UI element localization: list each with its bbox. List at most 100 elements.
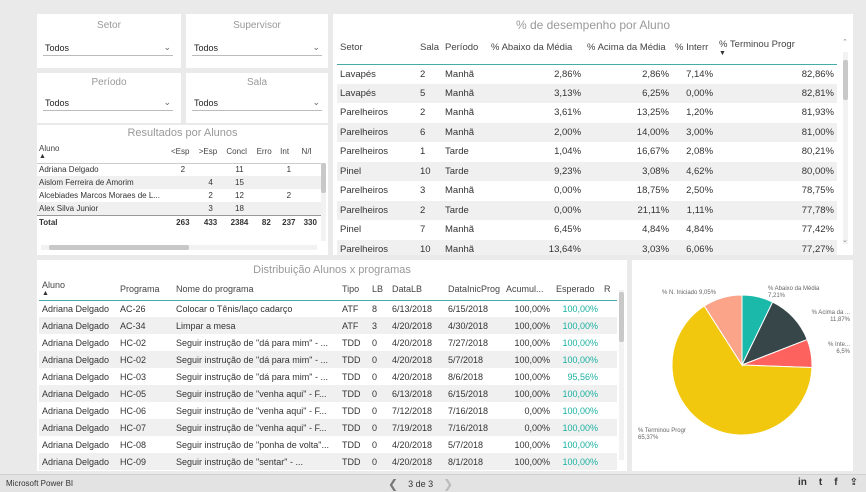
cell <box>254 202 279 215</box>
table-row[interactable]: Adriana Delgado HC-02 Seguir instrução de … <box>39 351 617 368</box>
col-programa[interactable]: Programa <box>117 278 173 301</box>
slicer-panel-periodo: Período Todos ⌄ <box>37 73 181 123</box>
table-row[interactable]: Parelheiros 6 Manhã 2,00% 14,00% 3,00% 81,00% <box>337 122 837 142</box>
col-aluno[interactable]: Aluno ▲ <box>37 141 169 164</box>
col-acima-media[interactable]: % Acima da Média <box>584 32 673 65</box>
col-nome-programa[interactable]: Nome do programa <box>173 278 339 301</box>
col-erro[interactable]: Erro <box>254 141 279 164</box>
facebook-icon[interactable]: f <box>834 477 837 488</box>
cell: 12 <box>235 191 244 200</box>
table-row[interactable]: Lavapés 2 Manhã 2,86% 2,86% 7,14% 82,86% <box>337 64 837 84</box>
table-row[interactable]: Pinel 7 Manhã 6,45% 4,84% 4,84% 77,42% <box>337 220 837 240</box>
cell: Manhã <box>445 185 475 197</box>
table-row[interactable]: Adriana Delgado AC-34 Limpar a mesa ATF 3 4/2… <box>39 317 617 334</box>
col-ni[interactable]: N/I <box>299 141 321 164</box>
cell: TDD <box>339 453 369 470</box>
cell: TDD <box>339 351 369 368</box>
periodo-dropdown[interactable]: Todos ⌄ <box>43 95 173 111</box>
desempenho-scrollbar[interactable] <box>843 52 848 244</box>
slicer-panel-sala: Sala Todos ⌄ <box>186 73 328 123</box>
cell: Adriana Delgado <box>39 453 117 470</box>
desempenho-table: Setor Sala Período % Abaixo da Média % A… <box>337 32 837 255</box>
scroll-thumb[interactable] <box>321 163 326 193</box>
page-navigator: ❮ 3 de 3 ❯ <box>388 477 453 491</box>
pie-label-terminou: % Terminou Progr 65,37% <box>638 428 686 441</box>
cell <box>278 202 300 215</box>
cell: 100,00% <box>514 303 551 314</box>
cell: 8 <box>372 303 378 314</box>
col-tipo[interactable]: Tipo <box>339 278 369 301</box>
table-row[interactable]: Adriana Delgado HC-05 Seguir instrução de … <box>39 385 617 402</box>
scroll-thumb[interactable] <box>49 245 189 250</box>
scroll-thumb[interactable] <box>619 292 624 342</box>
table-row[interactable]: Adriana Delgado HC-03 Seguir instrução de … <box>39 368 617 385</box>
supervisor-dropdown[interactable]: Todos ⌄ <box>192 40 322 56</box>
share-icon[interactable]: ⇪ <box>850 477 858 488</box>
table-row[interactable]: Alcebiades Marcos Moraes de L... 2 12 2 <box>37 189 321 202</box>
table-row[interactable]: Lavapés 5 Manhã 3,13% 6,25% 0,00% 82,81% <box>337 83 837 103</box>
table-row[interactable]: Adriana Delgado HC-09 Seguir instrução de … <box>39 453 617 470</box>
col-abaixo-media[interactable]: % Abaixo da Média <box>488 32 585 65</box>
col-maior-esp[interactable]: >Esp <box>196 141 225 164</box>
linkedin-icon[interactable]: in <box>798 477 807 488</box>
col-terminou-progr[interactable]: % Terminou Progr ▼ <box>716 32 837 65</box>
col-periodo[interactable]: Período <box>442 32 489 65</box>
col-acumul[interactable]: Acumul... <box>503 278 554 301</box>
table-row[interactable]: Aislom Ferreira de Amorim 4 15 <box>37 176 321 189</box>
cell: 11 <box>235 165 244 175</box>
slicer-title-sala: Sala <box>246 77 267 88</box>
scroll-down-icon[interactable]: ⌄ <box>842 236 848 244</box>
cell: Alcebiades Marcos Moraes de L... <box>39 191 160 200</box>
cell: 1,04% <box>554 146 582 158</box>
table-row[interactable]: Parelheiros 2 Manhã 3,61% 13,25% 1,20% 81,93% <box>337 103 837 123</box>
cell: 16,67% <box>636 146 670 158</box>
table-row[interactable]: Parelheiros 1 Tarde 1,04% 16,67% 2,08% 80,21% <box>337 142 837 162</box>
table-row[interactable]: Alex Silva Junior 3 18 <box>37 202 321 215</box>
scroll-up-icon[interactable]: ⌃ <box>842 38 848 46</box>
cell: 6/13/2018 <box>389 385 445 402</box>
table-row[interactable]: Adriana Delgado 2 11 1 <box>37 163 321 176</box>
col-setor[interactable]: Setor <box>337 32 417 65</box>
next-page-icon[interactable]: ❯ <box>443 477 453 491</box>
sala-dropdown[interactable]: Todos ⌄ <box>192 95 322 111</box>
resultados-hscrollbar[interactable] <box>41 245 317 250</box>
col-datainicprog[interactable]: DataInicProg <box>445 278 504 301</box>
cell: 2,50% <box>686 185 714 197</box>
table-row[interactable]: Parelheiros 3 Manhã 0,00% 18,75% 2,50% 78,75% <box>337 181 837 201</box>
table-row[interactable]: Adriana Delgado AC-26 Colocar o Tênis/laço… <box>39 300 617 317</box>
col-interr[interactable]: % Interr <box>672 32 717 65</box>
cell: 0 <box>372 439 378 450</box>
col-datalb[interactable]: DataLB <box>389 278 445 301</box>
cell <box>601 300 617 317</box>
cell: 10 <box>417 239 443 255</box>
col-r[interactable]: R <box>601 278 617 301</box>
col-menor-esp[interactable]: <Esp <box>169 141 197 164</box>
table-row[interactable]: Adriana Delgado HC-07 Seguir instrução de … <box>39 419 617 436</box>
pie-label-acima: % Acima da ... 11,87% <box>811 310 850 323</box>
cell: 0 <box>369 453 389 470</box>
setor-dropdown[interactable]: Todos ⌄ <box>43 40 173 56</box>
col-lb[interactable]: LB <box>369 278 389 301</box>
col-int[interactable]: Int <box>278 141 300 164</box>
cell <box>169 202 197 215</box>
col-aluno[interactable]: Aluno ▲ <box>39 278 117 301</box>
twitter-icon[interactable]: t <box>819 477 822 488</box>
cell: 0 <box>372 405 378 416</box>
table-row[interactable]: Pinel 10 Tarde 9,23% 3,08% 4,62% 80,00% <box>337 161 837 181</box>
table-row[interactable]: Parelheiros 2 Tarde 0,00% 21,11% 1,11% 77,78% <box>337 200 837 220</box>
resultados-scrollbar[interactable] <box>321 163 326 241</box>
cell <box>254 176 279 189</box>
scroll-thumb[interactable] <box>843 60 848 100</box>
prev-page-icon[interactable]: ❮ <box>388 477 398 491</box>
table-row[interactable]: Adriana Delgado HC-08 Seguir instrução de … <box>39 436 617 453</box>
col-concl[interactable]: Concl <box>224 141 255 164</box>
brand-label[interactable]: Microsoft Power BI <box>6 479 73 488</box>
col-sala[interactable]: Sala <box>417 32 443 65</box>
table-row[interactable]: Adriana Delgado HC-06 Seguir instrução de … <box>39 402 617 419</box>
col-esperado[interactable]: Esperado <box>553 278 602 301</box>
table-row[interactable]: Parelheiros 10 Manhã 13,64% 3,03% 6,06% 77,27% <box>337 239 837 255</box>
cell <box>299 176 321 189</box>
cell: 95,56% <box>567 371 599 382</box>
programas-scrollbar[interactable] <box>619 290 624 460</box>
table-row[interactable]: Adriana Delgado HC-02 Seguir instrução de … <box>39 334 617 351</box>
